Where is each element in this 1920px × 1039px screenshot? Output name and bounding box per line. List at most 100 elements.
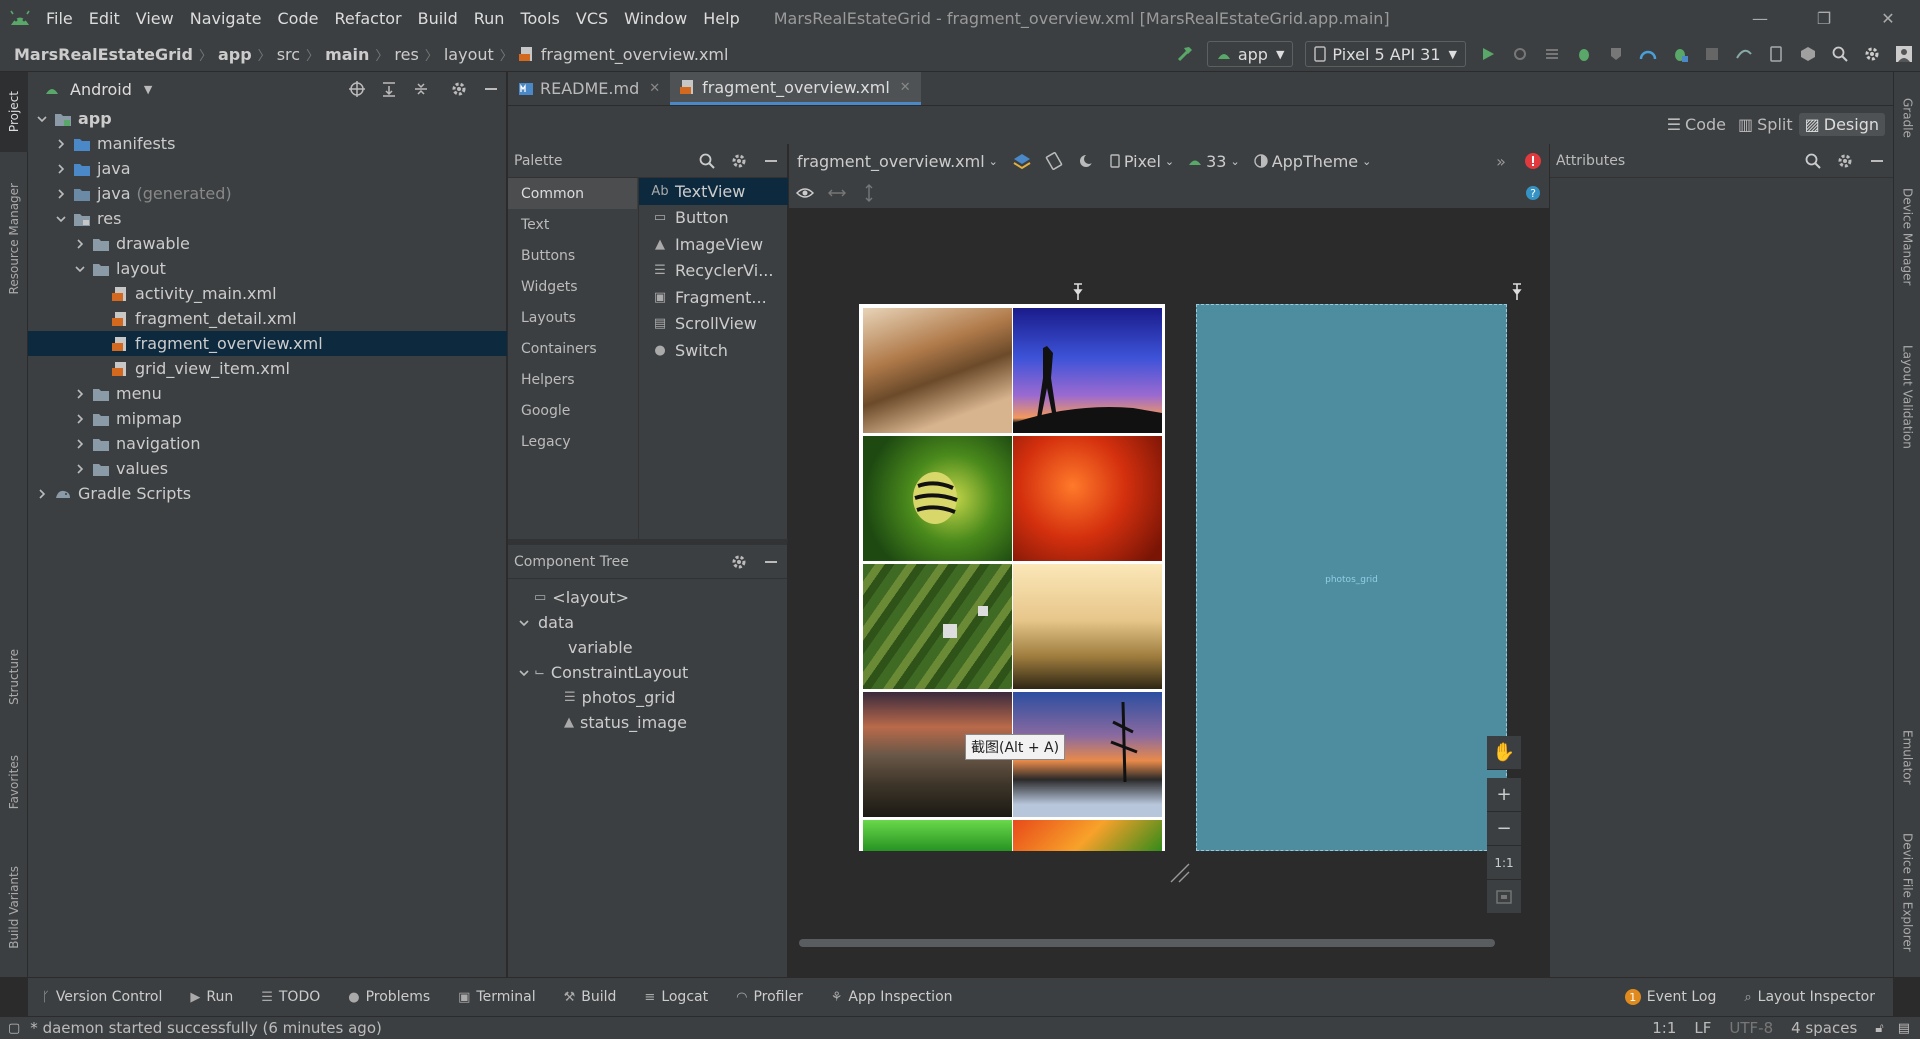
chevron-down-icon[interactable] (53, 211, 69, 227)
mode-design-button[interactable]: ▨ Design (1798, 113, 1885, 136)
toggle-tool-windows-icon[interactable]: ▢ (8, 1021, 20, 1036)
tree-node[interactable]: navigation (28, 431, 507, 456)
palette-item[interactable]: ▭ Button (639, 205, 788, 232)
component-node[interactable]: ☰ photos_grid (508, 685, 787, 710)
caret-position[interactable]: 1:1 (1652, 1019, 1676, 1037)
palette-item[interactable]: ▣ Fragment... (639, 284, 788, 311)
tree-node[interactable]: grid_view_item.xml (28, 356, 507, 381)
run-icon[interactable] (1472, 38, 1504, 70)
help-icon[interactable]: ? (1517, 177, 1549, 209)
chevron-right-icon[interactable] (72, 436, 88, 452)
indent-setting[interactable]: 4 spaces (1791, 1019, 1857, 1037)
menu-vcs[interactable]: VCS (568, 9, 616, 28)
palette-item[interactable]: ▲ ImageView (639, 231, 788, 258)
zoom-in-button[interactable]: + (1487, 778, 1521, 812)
component-node[interactable]: variable (508, 635, 787, 660)
tool-run[interactable]: ▶ Run (190, 989, 233, 1005)
menu-navigate[interactable]: Navigate (182, 9, 270, 28)
tool-logcat[interactable]: ≡ Logcat (644, 989, 708, 1005)
pin-icon[interactable] (1072, 282, 1084, 302)
locate-file-icon[interactable] (341, 73, 373, 105)
tree-node[interactable]: drawable (28, 231, 507, 256)
palette-category[interactable]: Layouts (508, 302, 637, 333)
horizontal-resize-icon[interactable] (821, 177, 853, 209)
component-node[interactable]: data (508, 610, 787, 635)
api-level-select[interactable]: 33 ⌄ (1188, 152, 1240, 171)
menu-help[interactable]: Help (695, 9, 747, 28)
profile-icon[interactable] (1632, 38, 1664, 70)
chevron-down-icon[interactable] (34, 111, 50, 127)
tree-node[interactable]: java (generated) (28, 181, 507, 206)
layout-file-select[interactable]: fragment_overview.xml ⌄ (797, 152, 998, 171)
menu-code[interactable]: Code (270, 9, 327, 28)
tree-node[interactable]: fragment_overview.xml (28, 331, 507, 356)
restore-button[interactable]: ❐ (1792, 0, 1856, 36)
project-view-select[interactable]: Android (70, 80, 132, 99)
tool-tab-project[interactable]: Project (0, 72, 28, 152)
gear-icon[interactable] (1829, 145, 1861, 177)
tree-node[interactable]: values (28, 456, 507, 481)
tool-layout-inspector[interactable]: ⌕ Layout Inspector (1744, 989, 1875, 1005)
palette-category[interactable]: Widgets (508, 271, 637, 302)
tool-terminal[interactable]: ▣ Terminal (458, 989, 535, 1005)
mode-code-button[interactable]: ☰ Code (1661, 113, 1732, 136)
chevron-right-icon[interactable] (72, 461, 88, 477)
palette-item[interactable]: ● Switch (639, 337, 788, 364)
rerun-icon[interactable] (1504, 38, 1536, 70)
tool-tab-layout-validation[interactable]: Layout Validation (1894, 322, 1920, 472)
tool-tab-device-file-explorer[interactable]: Device File Explorer (1894, 812, 1920, 972)
hide-panel-icon[interactable] (755, 145, 787, 177)
collapse-all-icon[interactable] (405, 73, 437, 105)
gear-icon[interactable] (443, 73, 475, 105)
tool-tab-build-variants[interactable]: Build Variants (0, 842, 28, 972)
tool-tab-structure[interactable]: Structure (0, 632, 28, 722)
component-node[interactable]: ▭ <layout> (508, 585, 787, 610)
minimize-button[interactable]: — (1728, 0, 1792, 36)
palette-category[interactable]: Common (508, 178, 637, 209)
gear-icon[interactable] (723, 546, 755, 578)
palette-item[interactable]: ☰ RecyclerVi... (639, 258, 788, 285)
view-options-eye-icon[interactable] (789, 177, 821, 209)
component-node[interactable]: ⌙ ConstraintLayout (508, 660, 787, 685)
chevron-right-icon[interactable] (53, 186, 69, 202)
blueprint-screen[interactable]: photos_grid (1196, 304, 1507, 851)
more-actions-icon[interactable]: » (1485, 145, 1517, 177)
breadcrumb-src[interactable]: src (277, 45, 300, 64)
palette-category[interactable]: Legacy (508, 426, 637, 457)
palette-category[interactable]: Text (508, 209, 637, 240)
chevron-down-icon[interactable] (516, 665, 532, 681)
palette-category[interactable]: Containers (508, 333, 637, 364)
menu-window[interactable]: Window (616, 9, 695, 28)
error-indicator-icon[interactable] (1517, 145, 1549, 177)
tree-node[interactable]: activity_main.xml (28, 281, 507, 306)
tool-app-inspection[interactable]: ⚘ App Inspection (831, 989, 953, 1005)
coverage-icon[interactable] (1600, 38, 1632, 70)
tool-profiler[interactable]: ◠ Profiler (736, 989, 803, 1005)
tool-event-log[interactable]: 1 Event Log (1624, 989, 1716, 1005)
status-message[interactable]: * daemon started successfully (6 minutes… (30, 1019, 382, 1037)
tree-node[interactable]: mipmap (28, 406, 507, 431)
tree-node[interactable]: app (28, 106, 507, 131)
design-canvas[interactable]: photos_grid 截图(Alt + A) ✋ + − 1:1 (789, 208, 1549, 977)
breadcrumb-app[interactable]: app (218, 45, 252, 64)
close-icon[interactable]: ✕ (900, 80, 911, 95)
tree-node[interactable]: res (28, 206, 507, 231)
tool-tab-resource-manager[interactable]: Resource Manager (0, 164, 28, 314)
sdk-manager-icon[interactable] (1792, 38, 1824, 70)
menu-file[interactable]: File (38, 9, 81, 28)
sync-gradle-icon[interactable] (1728, 38, 1760, 70)
chevron-right-icon[interactable] (34, 486, 50, 502)
palette-item[interactable]: ▤ ScrollView (639, 311, 788, 338)
chevron-down-icon[interactable]: ▼ (144, 83, 152, 96)
palette-category[interactable]: Google (508, 395, 637, 426)
apply-changes-icon[interactable] (1536, 38, 1568, 70)
vertical-resize-icon[interactable] (853, 177, 885, 209)
pan-hand-button[interactable]: ✋ (1487, 736, 1521, 770)
line-separator[interactable]: LF (1694, 1019, 1711, 1037)
tool-problems[interactable]: ● Problems (348, 989, 430, 1005)
tree-node[interactable]: menu (28, 381, 507, 406)
run-config-select[interactable]: app ▼ (1206, 41, 1294, 67)
hide-panel-icon[interactable] (755, 546, 787, 578)
chevron-right-icon[interactable] (72, 236, 88, 252)
notifications-icon[interactable]: ▤ (1898, 1021, 1910, 1036)
